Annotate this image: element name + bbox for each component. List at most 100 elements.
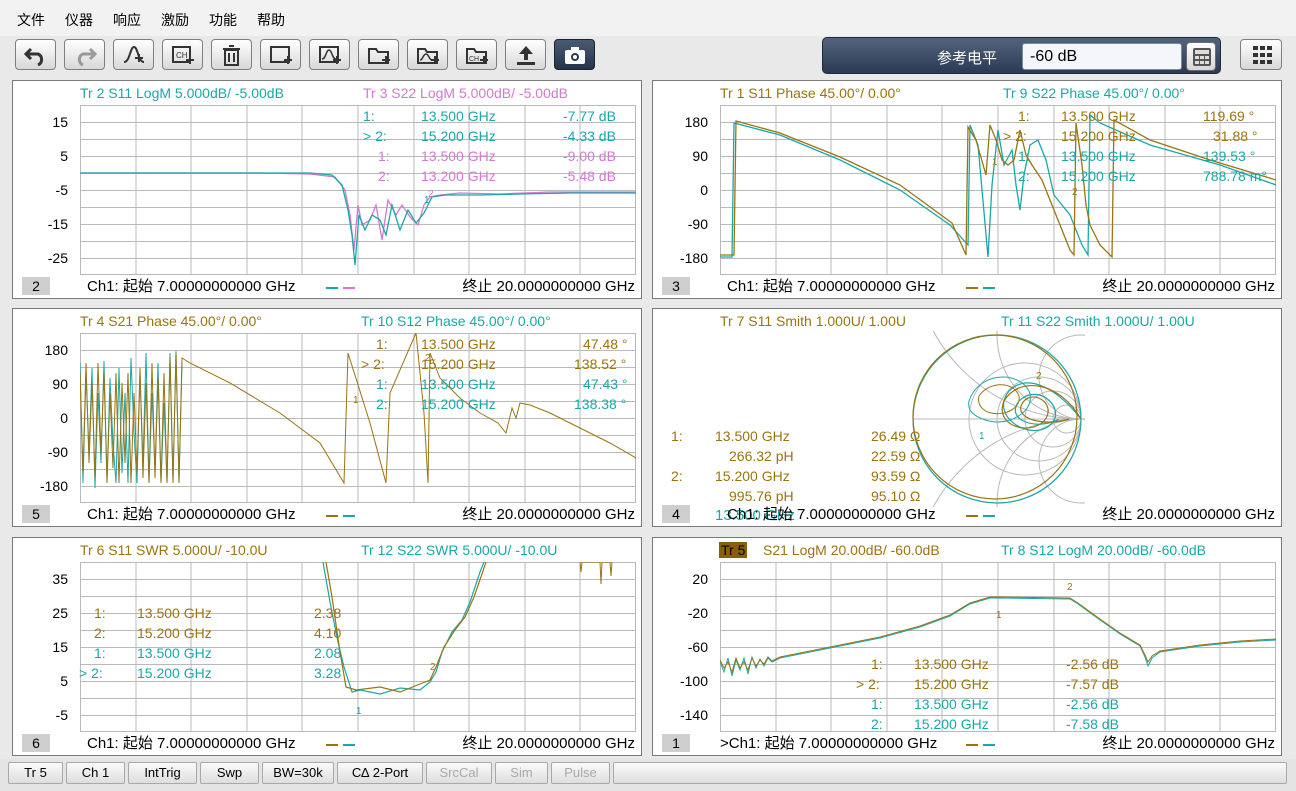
trace-plot: 1 2 xyxy=(80,333,636,503)
trace-legend-swatch xyxy=(326,744,338,746)
smith-chart-plot: 1 2 xyxy=(912,331,1085,507)
menu-instrument[interactable]: 仪器 xyxy=(65,10,93,30)
trace-plot: 1 2 xyxy=(720,562,1276,732)
trace-title-tr2[interactable]: Tr 2 S11 LogM 5.000dB/ -5.00dB xyxy=(80,85,284,101)
menu-function[interactable]: 功能 xyxy=(209,10,237,30)
trace-window-1[interactable]: Tr 5 S21 LogM 20.00dB/ -60.0dB Tr 8 S12 … xyxy=(652,537,1282,756)
menu-response[interactable]: 响应 xyxy=(113,10,141,30)
upload-button[interactable] xyxy=(505,39,546,70)
trace-legend-swatch xyxy=(343,515,355,517)
smith-chart[interactable]: 1 2 xyxy=(909,331,1085,507)
trace-title-tr10[interactable]: Tr 10 S12 Phase 45.00°/ 0.00° xyxy=(361,313,551,329)
trace-title-tr5[interactable]: S21 LogM 20.00dB/ -60.0dB xyxy=(763,542,940,558)
folder-channel-add-button[interactable]: CH xyxy=(456,39,497,70)
status-calibration[interactable]: C∆ 2-Port xyxy=(337,762,423,784)
stop-frequency[interactable]: 终止 20.0000000000 GHz xyxy=(1102,732,1275,753)
window-number[interactable]: 1 xyxy=(662,734,690,752)
trace-title-tr3[interactable]: Tr 3 S22 LogM 5.000dB/ -5.00dB xyxy=(363,85,568,101)
trace-window-3[interactable]: Tr 1 S11 Phase 45.00°/ 0.00° Tr 9 S22 Ph… xyxy=(652,80,1282,299)
status-sim[interactable]: Sim xyxy=(495,762,548,784)
y-tick-label: -90 xyxy=(687,216,708,232)
stop-frequency[interactable]: 终止 20.0000000000 GHz xyxy=(462,732,635,753)
redo-button[interactable] xyxy=(64,39,105,70)
plot-area[interactable]: 1 2 xyxy=(720,105,1276,275)
channel-add-button[interactable]: CH xyxy=(162,39,203,70)
y-tick-label: 90 xyxy=(692,148,708,164)
trace-window-6[interactable]: Tr 6 S11 SWR 5.000U/ -10.0U Tr 12 S22 SW… xyxy=(12,537,642,756)
softkey-menu-button[interactable] xyxy=(1240,39,1282,70)
status-trace[interactable]: Tr 5 xyxy=(8,762,63,784)
start-frequency[interactable]: Ch1: 起始 7.00000000000 GHz xyxy=(727,503,935,524)
trace-title-tr1[interactable]: Tr 1 S11 Phase 45.00°/ 0.00° xyxy=(720,85,901,101)
window-number[interactable]: 3 xyxy=(662,277,690,295)
start-frequency[interactable]: Ch1: 起始 7.00000000000 GHz xyxy=(87,503,295,524)
menu-help[interactable]: 帮助 xyxy=(257,10,285,30)
trace-legend-swatch xyxy=(326,287,338,289)
y-tick-label: -140 xyxy=(679,707,708,723)
camera-button[interactable] xyxy=(554,39,595,70)
undo-button[interactable] xyxy=(15,39,56,70)
stop-frequency[interactable]: 终止 20.0000000000 GHz xyxy=(462,275,635,296)
trace-title-tr5-selected[interactable]: Tr 5 xyxy=(719,542,748,558)
window-number[interactable]: 6 xyxy=(22,734,50,752)
y-tick-label: 25 xyxy=(52,605,68,621)
trace-window-5[interactable]: Tr 4 S21 Phase 45.00°/ 0.00° Tr 10 S12 P… xyxy=(12,308,642,527)
svg-text:2: 2 xyxy=(428,189,434,200)
start-frequency[interactable]: >Ch1: 起始 7.00000000000 GHz xyxy=(720,732,937,753)
y-tick-label: -180 xyxy=(679,250,708,266)
trace-window-2[interactable]: Tr 2 S11 LogM 5.000dB/ -5.00dB Tr 3 S22 … xyxy=(12,80,642,299)
trace-title-tr6[interactable]: Tr 6 S11 SWR 5.000U/ -10.0U xyxy=(80,542,268,558)
status-srccal[interactable]: SrcCal xyxy=(426,762,492,784)
svg-text:2: 2 xyxy=(430,662,436,673)
trace-title-tr4[interactable]: Tr 4 S21 Phase 45.00°/ 0.00° xyxy=(80,313,262,329)
y-tick-label: -20 xyxy=(687,605,708,621)
y-tick-label: -5 xyxy=(55,707,68,723)
plot-area[interactable]: 1 2 xyxy=(80,105,636,275)
start-frequency[interactable]: Ch1: 起始 7.00000000000 GHz xyxy=(87,732,295,753)
stop-frequency[interactable]: 终止 20.0000000000 GHz xyxy=(1102,503,1275,524)
stop-frequency[interactable]: 终止 20.0000000000 GHz xyxy=(1102,275,1275,296)
start-frequency[interactable]: Ch1: 起始 7.00000000000 GHz xyxy=(727,275,935,296)
trace-title-tr9[interactable]: Tr 9 S22 Phase 45.00°/ 0.00° xyxy=(1003,85,1185,101)
svg-text:1: 1 xyxy=(992,157,998,168)
status-pulse[interactable]: Pulse xyxy=(551,762,610,784)
folder-trace-add-button[interactable] xyxy=(407,39,448,70)
menu-bar: 文件 仪器 响应 激励 功能 帮助 xyxy=(0,0,1296,36)
toolbar: CH CH 参考电平 -60 dB xyxy=(0,36,1296,76)
y-tick-label: -60 xyxy=(687,639,708,655)
status-trigger[interactable]: IntTrig xyxy=(128,762,197,784)
window-number[interactable]: 2 xyxy=(22,277,50,295)
camera-icon xyxy=(565,47,585,64)
trace-title-tr12[interactable]: Tr 12 S22 SWR 5.000U/ -10.0U xyxy=(361,542,557,558)
trace-window-4[interactable]: Tr 7 S11 Smith 1.000U/ 1.00U Tr 11 S22 S… xyxy=(652,308,1282,527)
y-tick-label: 0 xyxy=(700,182,708,198)
plot-area[interactable]: 1 2 xyxy=(80,333,636,503)
window-number[interactable]: 5 xyxy=(22,505,50,523)
trace-title-tr8[interactable]: Tr 8 S12 LogM 20.00dB/ -60.0dB xyxy=(1001,542,1206,558)
window-add-button[interactable] xyxy=(260,39,301,70)
trace-window-add-button[interactable] xyxy=(309,39,350,70)
y-tick-label: 0 xyxy=(60,410,68,426)
menu-stimulus[interactable]: 激励 xyxy=(161,10,189,30)
y-tick-label: 180 xyxy=(44,342,68,358)
reference-level-input[interactable]: -60 dB xyxy=(1022,43,1182,70)
keypad-button[interactable] xyxy=(1186,42,1216,71)
window-number[interactable]: 4 xyxy=(662,505,690,523)
svg-text:1: 1 xyxy=(353,395,359,406)
plot-area[interactable]: 1 2 xyxy=(720,562,1276,732)
folder-add-button[interactable] xyxy=(358,39,399,70)
menu-file[interactable]: 文件 xyxy=(17,10,45,30)
trace-legend-swatch xyxy=(966,744,978,746)
status-sweep[interactable]: Swp xyxy=(200,762,259,784)
status-bandwidth[interactable]: BW=30k xyxy=(262,762,334,784)
delete-button[interactable] xyxy=(211,39,252,70)
trace-title-tr11[interactable]: Tr 11 S22 Smith 1.000U/ 1.00U xyxy=(1001,313,1195,329)
marker-add-button[interactable] xyxy=(113,39,154,70)
status-channel[interactable]: Ch 1 xyxy=(66,762,125,784)
start-frequency[interactable]: Ch1: 起始 7.00000000000 GHz xyxy=(87,275,295,296)
stop-frequency[interactable]: 终止 20.0000000000 GHz xyxy=(462,503,635,524)
grid-menu-icon xyxy=(1253,46,1272,64)
y-tick-label: 20 xyxy=(692,571,708,587)
trace-title-tr7[interactable]: Tr 7 S11 Smith 1.000U/ 1.00U xyxy=(720,313,906,329)
app-window: 文件 仪器 响应 激励 功能 帮助 CH CH 参考电平 -60 dB Tr 2… xyxy=(0,0,1296,791)
